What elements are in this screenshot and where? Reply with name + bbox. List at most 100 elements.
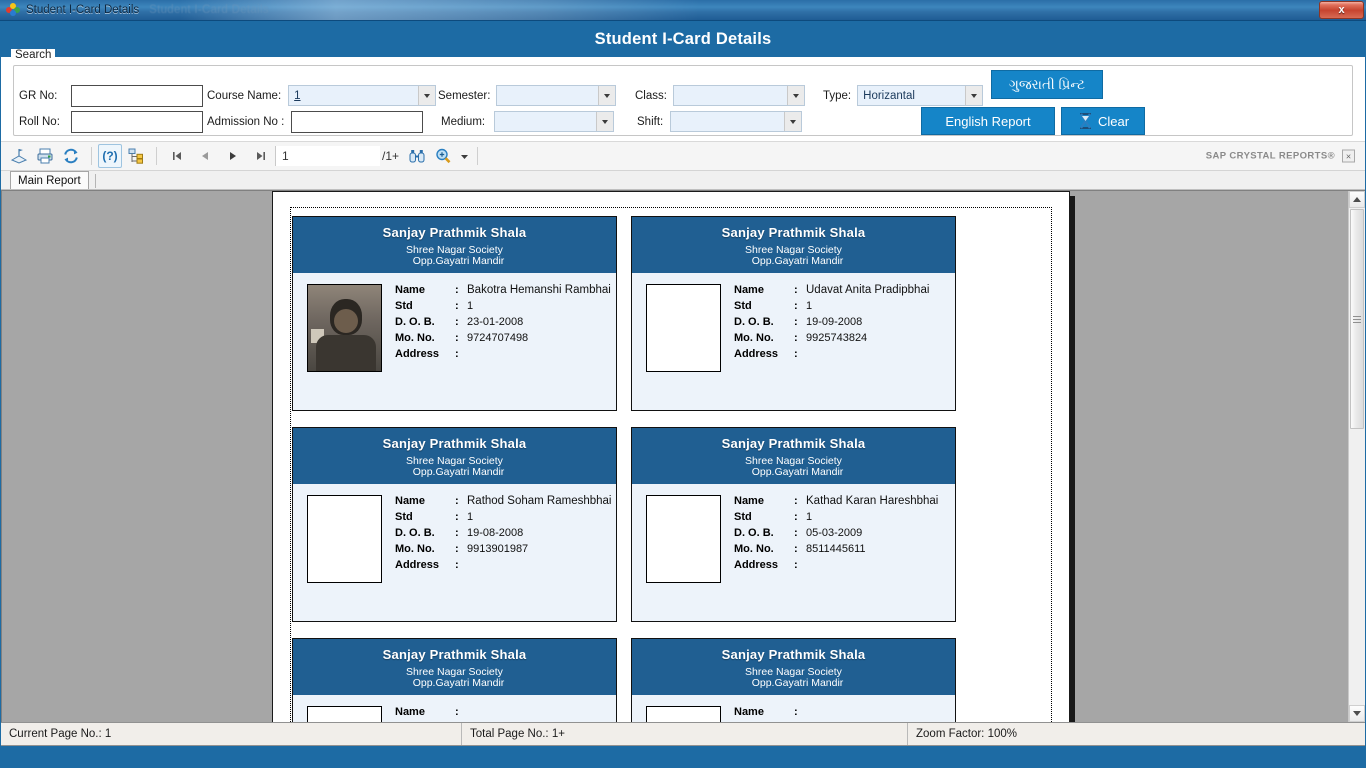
id-card-body: Name:Std:D. O. B.:Mo. No.:Address: [293, 695, 616, 722]
field-row-dob: D. O. B.:19-08-2008 [395, 527, 616, 539]
zoom-magnifier-icon[interactable] [431, 144, 455, 168]
window-close-button[interactable]: x [1319, 1, 1364, 19]
sap-crystal-reports-brand: SAP CRYSTAL REPORTS® [1205, 150, 1335, 162]
field-label-mobile: Mo. No. [734, 543, 774, 555]
tab-divider [94, 174, 96, 188]
field-label-std: Std [395, 511, 413, 523]
id-card: Sanjay Prathmik Shala Shree Nagar Society… [292, 216, 617, 411]
field-label-name: Name [734, 706, 764, 718]
roll-no-input[interactable] [71, 111, 203, 133]
toolbar-divider [91, 147, 92, 165]
report-viewport: Sanjay Prathmik Shala Shree Nagar Society… [1, 190, 1365, 722]
field-row-name: Name: Bakotra Hemanshi Rambhai [395, 284, 616, 296]
shift-label: Shift: [637, 115, 664, 128]
status-total-page: Total Page No.: 1+ [461, 723, 907, 745]
id-card-header: Sanjay Prathmik Shala Shree Nagar Society… [632, 428, 955, 484]
scroll-down-arrow-icon[interactable] [1349, 705, 1365, 722]
field-label-address: Address [734, 559, 779, 571]
zoom-dropdown-arrow-icon[interactable] [457, 145, 471, 167]
field-label-name: Name [395, 706, 425, 718]
chevron-down-icon [598, 86, 616, 105]
field-value-name: Rathod Soham Rameshbhai [467, 495, 612, 507]
scroll-up-arrow-icon[interactable] [1349, 191, 1365, 208]
id-card-fields: Name: Bakotra Hemanshi Rambhai Std:1 D. O. … [382, 284, 616, 410]
toolbar-divider [156, 147, 157, 165]
vertical-scrollbar[interactable] [1348, 191, 1365, 722]
id-card: Sanjay Prathmik Shala Shree Nagar Society… [631, 216, 956, 411]
field-colon: : [794, 511, 798, 523]
class-select[interactable] [672, 85, 805, 106]
field-row-name: Name: Rathod Soham Rameshbhai [395, 495, 616, 507]
field-row-dob: D. O. B.:19-09-2008 [734, 316, 955, 328]
shift-row: Shift: [637, 111, 803, 132]
previous-page-icon[interactable] [191, 145, 219, 167]
last-page-icon[interactable] [247, 145, 275, 167]
chevron-down-icon [786, 86, 804, 105]
gujarati-print-button[interactable]: ગુજરાતી પ્રિન્ટ [991, 70, 1103, 99]
course-name-select[interactable]: 1 [288, 85, 437, 106]
semester-row: Semester: [438, 85, 617, 106]
field-value-mobile: 9913901987 [467, 543, 529, 555]
field-colon: : [455, 511, 459, 523]
field-value-mobile: 9724707498 [467, 332, 529, 344]
field-row-name: Name: [734, 706, 955, 718]
admission-no-input[interactable] [291, 111, 424, 133]
english-report-button[interactable]: English Report [921, 107, 1055, 135]
toggle-parameter-icon[interactable]: (?) [98, 144, 122, 168]
id-card-fields: Name:Std:D. O. B.:Mo. No.:Address: [721, 706, 955, 722]
field-colon: : [794, 300, 798, 312]
search-panel: Search GR No: Roll No: Course Name: 1 Ad… [1, 49, 1365, 141]
field-row-std: Std:1 [395, 511, 616, 523]
field-colon: : [455, 316, 459, 328]
field-colon: : [455, 348, 459, 360]
export-icon[interactable] [7, 144, 31, 168]
roll-no-row: Roll No: [19, 111, 203, 133]
field-label-dob: D. O. B. [395, 316, 435, 328]
field-colon: : [794, 543, 798, 555]
refresh-icon[interactable] [59, 144, 83, 168]
field-colon: : [794, 706, 798, 718]
type-select[interactable]: Horizantal [857, 85, 984, 106]
id-card: Sanjay Prathmik Shala Shree Nagar Society… [631, 638, 956, 722]
window-bottom-strip [0, 746, 1366, 768]
status-zoom-factor: Zoom Factor: 100% [907, 723, 1365, 745]
crystal-report-toolbar: (?) 1 /1+ SAP CRYSTAL REPORTS® × [1, 141, 1365, 171]
window-title-ghost: Student I-Card Details [149, 4, 269, 16]
first-page-icon[interactable] [163, 145, 191, 167]
scrollbar-thumb[interactable] [1350, 209, 1364, 429]
page-total-label: /1+ [382, 149, 400, 163]
semester-label: Semester: [438, 89, 491, 102]
tab-main-report[interactable]: Main Report [10, 171, 89, 189]
report-page: Sanjay Prathmik Shala Shree Nagar Society… [272, 191, 1070, 722]
medium-select[interactable] [494, 111, 615, 132]
find-binoculars-icon[interactable] [405, 144, 429, 168]
field-row-std: Std:1 [734, 300, 955, 312]
type-value: Horizantal [863, 89, 915, 102]
gr-no-label: GR No: [19, 90, 58, 102]
group-tree-icon[interactable] [124, 144, 148, 168]
student-photo-placeholder [307, 495, 382, 583]
window-title: Student I-Card Details [26, 4, 140, 16]
shift-select[interactable] [670, 111, 803, 132]
field-colon: : [794, 316, 798, 328]
field-row-std: Std:1 [395, 300, 616, 312]
close-icon[interactable]: × [1342, 149, 1355, 163]
gr-no-input[interactable] [71, 85, 203, 107]
field-row-name: Name: Kathad Karan Hareshbhai [734, 495, 955, 507]
semester-select[interactable] [496, 85, 617, 106]
chevron-down-icon [418, 86, 436, 105]
field-row-address: Address: [395, 348, 616, 360]
app-logo-icon [5, 2, 21, 18]
field-label-address: Address [395, 348, 440, 360]
clear-button[interactable]: Clear [1061, 107, 1145, 135]
status-bar: Current Page No.: 1 Total Page No.: 1+ Z… [1, 722, 1365, 746]
page-number-input[interactable] [275, 146, 380, 166]
print-icon[interactable] [33, 144, 57, 168]
application-window: Student I-Card Details Student I-Card De… [0, 0, 1366, 768]
field-row-dob: D. O. B.:23-01-2008 [395, 316, 616, 328]
field-value-std: 1 [467, 511, 474, 523]
field-row-std: Std:1 [734, 511, 955, 523]
next-page-icon[interactable] [219, 145, 247, 167]
field-label-name: Name [395, 284, 425, 296]
field-colon: : [794, 559, 798, 571]
